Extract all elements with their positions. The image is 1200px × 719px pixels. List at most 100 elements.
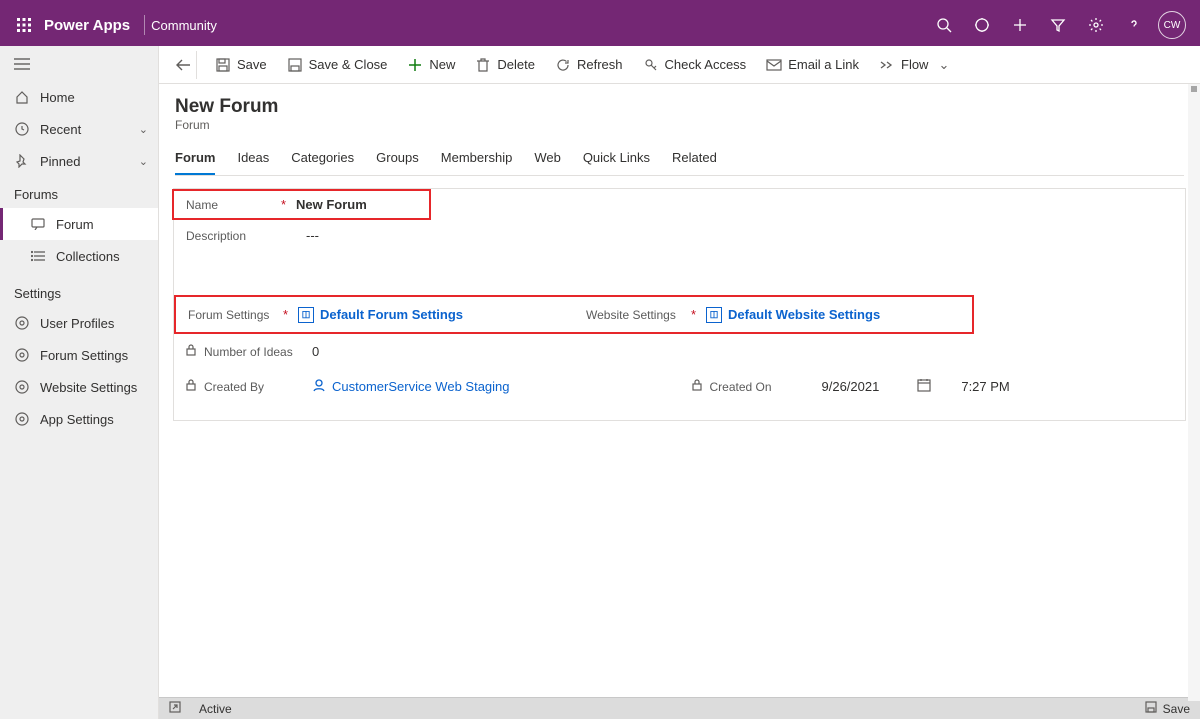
scrollbar[interactable] <box>1188 84 1200 701</box>
user-avatar[interactable]: CW <box>1158 11 1186 39</box>
cmd-flow-label: Flow <box>901 57 928 72</box>
person-icon <box>312 378 326 395</box>
field-website-settings: Website Settings * ◫ Default Website Set… <box>574 297 972 332</box>
statusbar-save-label: Save <box>1163 702 1190 716</box>
gear-icon <box>14 412 30 426</box>
nav-app-settings[interactable]: App Settings <box>0 403 158 435</box>
cmd-check-access[interactable]: Check Access <box>635 53 755 77</box>
plus-icon[interactable] <box>1006 11 1034 39</box>
search-icon[interactable] <box>930 11 958 39</box>
settings-row-highlight: Forum Settings * ◫ Default Forum Setting… <box>174 295 974 334</box>
cmd-save-label: Save <box>237 57 267 72</box>
forum-icon <box>30 218 46 230</box>
gear-icon <box>14 348 30 362</box>
tab-categories[interactable]: Categories <box>291 144 354 175</box>
hamburger-icon[interactable] <box>14 58 32 73</box>
list-icon <box>30 250 46 262</box>
cmd-refresh[interactable]: Refresh <box>547 53 631 77</box>
cmd-new[interactable]: New <box>399 53 463 77</box>
forum-settings-lookup[interactable]: ◫ Default Forum Settings <box>298 307 562 323</box>
nav-pinned[interactable]: Pinned ⌄ <box>0 145 158 177</box>
nav-home[interactable]: Home <box>0 81 158 113</box>
nav-forum-settings-label: Forum Settings <box>40 348 128 363</box>
nav-forum-settings[interactable]: Forum Settings <box>0 339 158 371</box>
environment-label[interactable]: Community <box>151 18 217 33</box>
cmd-delete[interactable]: Delete <box>467 53 543 77</box>
back-button[interactable] <box>169 51 197 79</box>
cmd-flow[interactable]: Flow ⌄ <box>871 53 957 77</box>
nav-recent-label: Recent <box>40 122 81 137</box>
target-icon[interactable] <box>968 11 996 39</box>
created-by-value[interactable]: CustomerService Web Staging <box>312 378 668 395</box>
cmd-email-link-label: Email a Link <box>788 57 859 72</box>
nav-section-forums: Forums <box>0 177 158 208</box>
mail-icon <box>766 57 782 73</box>
tab-groups[interactable]: Groups <box>376 144 419 175</box>
nav-section-settings: Settings <box>0 272 158 307</box>
nav-collections[interactable]: Collections <box>0 240 158 272</box>
lock-icon <box>186 379 196 394</box>
filter-icon[interactable] <box>1044 11 1072 39</box>
cmd-save-close[interactable]: Save & Close <box>279 53 396 77</box>
field-created-by: Created By CustomerService Web Staging <box>174 369 680 404</box>
clock-icon <box>14 122 30 136</box>
created-on-date: 9/26/2021 <box>822 379 880 394</box>
cmd-new-label: New <box>429 57 455 72</box>
tab-quick-links[interactable]: Quick Links <box>583 144 650 175</box>
cmd-save[interactable]: Save <box>207 53 275 77</box>
required-asterisk: * <box>283 307 288 322</box>
flow-icon <box>879 57 895 73</box>
popout-icon[interactable] <box>169 701 181 716</box>
label-website-settings: Website Settings * <box>586 307 706 322</box>
cmd-email-link[interactable]: Email a Link <box>758 53 867 77</box>
settings-gear-icon[interactable] <box>1082 11 1110 39</box>
left-nav: Home Recent ⌄ Pinned ⌄ Forums Forum Coll… <box>0 46 159 719</box>
statusbar-save[interactable]: Save <box>1145 701 1190 716</box>
app-launcher-icon[interactable] <box>8 9 40 41</box>
website-settings-lookup[interactable]: ◫ Default Website Settings <box>706 307 960 323</box>
label-forum-settings: Forum Settings * <box>188 307 298 322</box>
nav-home-label: Home <box>40 90 75 105</box>
help-icon[interactable] <box>1120 11 1148 39</box>
nav-website-settings-label: Website Settings <box>40 380 137 395</box>
pin-icon <box>14 154 30 168</box>
status-bar: Active Save <box>159 697 1200 719</box>
save-icon <box>1145 701 1157 716</box>
created-on-time: 7:27 PM <box>961 379 1009 394</box>
work-area: Save Save & Close New Delete Refresh Che… <box>159 46 1200 719</box>
lookup-icon: ◫ <box>298 307 314 323</box>
nav-app-settings-label: App Settings <box>40 412 114 427</box>
chevron-down-icon: ⌄ <box>139 123 148 136</box>
save-icon <box>215 57 231 73</box>
field-row-description: Description --- <box>174 218 1185 253</box>
number-of-ideas-value: 0 <box>312 344 1173 359</box>
name-input[interactable]: New Forum <box>296 197 417 212</box>
command-bar: Save Save & Close New Delete Refresh Che… <box>159 46 1200 84</box>
label-created-by: Created By <box>186 379 312 394</box>
nav-recent[interactable]: Recent ⌄ <box>0 113 158 145</box>
lock-icon <box>186 344 196 359</box>
home-icon <box>14 90 30 104</box>
nav-website-settings[interactable]: Website Settings <box>0 371 158 403</box>
nav-user-profiles-label: User Profiles <box>40 316 114 331</box>
tab-ideas[interactable]: Ideas <box>237 144 269 175</box>
gear-icon <box>14 380 30 394</box>
brand-label[interactable]: Power Apps <box>44 17 130 34</box>
cmd-check-access-label: Check Access <box>665 57 747 72</box>
plus-icon <box>407 57 423 73</box>
tab-related[interactable]: Related <box>672 144 717 175</box>
cmd-delete-label: Delete <box>497 57 535 72</box>
key-icon <box>643 57 659 73</box>
tab-web[interactable]: Web <box>534 144 561 175</box>
nav-forum[interactable]: Forum <box>0 208 158 240</box>
nav-user-profiles[interactable]: User Profiles <box>0 307 158 339</box>
tab-membership[interactable]: Membership <box>441 144 513 175</box>
save-close-icon <box>287 57 303 73</box>
description-input[interactable]: --- <box>306 228 1173 243</box>
field-created-on: Created On 9/26/2021 7:27 PM <box>680 369 1186 404</box>
field-forum-settings: Forum Settings * ◫ Default Forum Setting… <box>176 297 574 332</box>
tab-forum[interactable]: Forum <box>175 144 215 175</box>
nav-forum-label: Forum <box>56 217 94 232</box>
calendar-icon[interactable] <box>917 378 931 395</box>
nav-collections-label: Collections <box>56 249 120 264</box>
